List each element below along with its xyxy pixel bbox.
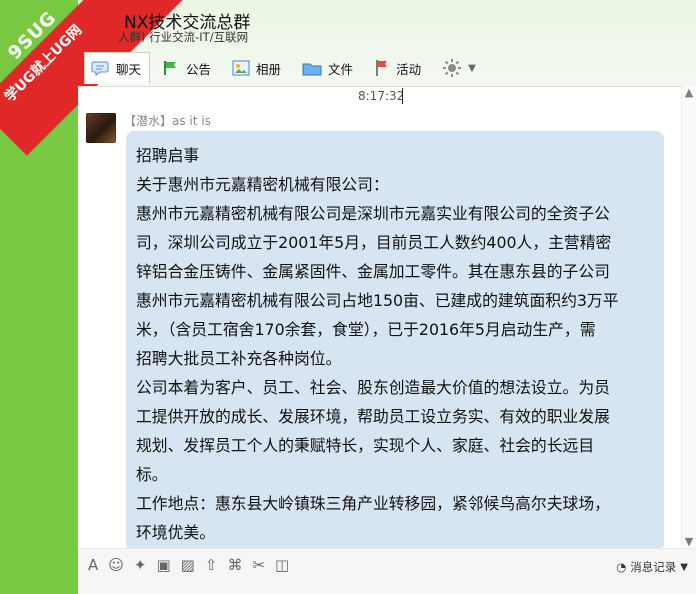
tab-activity-label: 活动: [396, 61, 422, 77]
tab-announcement[interactable]: 公告: [154, 52, 220, 84]
message-text: 招聘启事 关于惠州市元嘉精密机械有限公司： 惠州市元嘉精密机械有限公司是深圳市元…: [126, 131, 664, 547]
message-line: 司，深圳公司成立于2001年5月，目前员工人数约400人，主营精密: [136, 233, 612, 252]
magic-icon[interactable]: ✦: [134, 557, 147, 573]
message-line: 工作地点：惠东县大岭镇珠三角产业转移园，紧邻候鸟高尔夫球场，: [136, 494, 610, 513]
chevron-down-icon: ▼: [468, 62, 476, 74]
message-line: 规划、发挥员工个人的秉赋特长，实现个人、家庭、社会的长远目: [136, 436, 595, 455]
gift-box-icon[interactable]: ⌘: [227, 557, 242, 573]
message-line: 环境优美。: [136, 523, 215, 542]
announcement-icon: [164, 61, 177, 75]
scroll-up-icon[interactable]: ▲: [683, 87, 695, 98]
image-icon[interactable]: ▨: [181, 557, 195, 573]
tab-activity[interactable]: 活动: [366, 52, 430, 84]
sender-name: 【潜水】as it is: [124, 114, 211, 128]
emoji-icon[interactable]: ☺: [108, 557, 124, 573]
message-time: 8:17:32: [358, 89, 405, 103]
message-line: 关于惠州市元嘉精密机械有限公司：: [136, 175, 389, 194]
chat-scrollbar[interactable]: [681, 86, 696, 550]
scissors-icon[interactable]: ✂: [252, 557, 265, 573]
tab-album[interactable]: 相册: [224, 52, 290, 84]
tab-album-label: 相册: [256, 61, 282, 77]
text-cursor: [402, 88, 403, 104]
message-line: 米，（含员工宿舍170余套，食堂），已于2016年5月启动生产，需: [136, 320, 596, 339]
input-tools: A ☺ ✦ ▣ ▨ ⇧ ⌘ ✂ ◫: [88, 557, 289, 573]
folder-icon: [302, 63, 322, 76]
chevron-down-icon: ▼: [680, 561, 688, 573]
message-line: 惠州市元嘉精密机械有限公司是深圳市元嘉实业有限公司的全资子公: [136, 204, 610, 223]
gift-icon[interactable]: ▣: [156, 557, 170, 573]
message-line: 锌铝合金压铸件、金属紧固件、金属加工零件。其在惠东县的子公司: [136, 262, 610, 281]
group-toolbar: 聊天 公告 相册 文件 活动 ▼: [84, 52, 489, 84]
activity-icon: [376, 60, 388, 76]
tab-files[interactable]: 文件: [294, 52, 362, 84]
message-history-label: 消息记录: [630, 560, 677, 574]
message-line: 标。: [136, 465, 168, 484]
message-line: 招聘大批员工补充各种岗位。: [136, 349, 342, 368]
settings-menu[interactable]: ▼: [434, 52, 485, 84]
scroll-down-icon[interactable]: ▼: [683, 536, 695, 547]
gear-icon: [443, 59, 462, 77]
avatar[interactable]: [86, 113, 116, 143]
group-subtitle: 人群) 行业交流-IT/互联网: [118, 30, 249, 44]
message-line: 招聘启事: [136, 146, 200, 165]
message-bubble: 招聘启事 关于惠州市元嘉精密机械有限公司： 惠州市元嘉精密机械有限公司是深圳市元…: [126, 131, 664, 551]
tab-announcement-label: 公告: [186, 61, 212, 77]
tab-chat-label: 聊天: [116, 61, 142, 77]
message-history-button[interactable]: ◔ 消息记录 ▼: [616, 559, 688, 575]
tab-files-label: 文件: [328, 61, 354, 77]
chat-icon: [91, 61, 109, 76]
message-line: 公司本着为客户、员工、社会、股东创造最大价值的想法设立。为员: [136, 378, 610, 397]
album-icon: [232, 60, 250, 76]
screenshot-icon[interactable]: ◫: [275, 557, 289, 573]
tab-chat[interactable]: 聊天: [84, 52, 151, 84]
message-line: 工提供开放的成长、发展环境，帮助员工设立务实、有效的职业发展: [136, 407, 610, 426]
clock-icon: ◔: [616, 560, 627, 574]
font-icon[interactable]: A: [88, 557, 98, 573]
upload-icon[interactable]: ⇧: [205, 557, 218, 573]
message-line: 惠州市元嘉精密机械有限公司占地150亩、已建成的建筑面积约3万平: [136, 291, 619, 310]
